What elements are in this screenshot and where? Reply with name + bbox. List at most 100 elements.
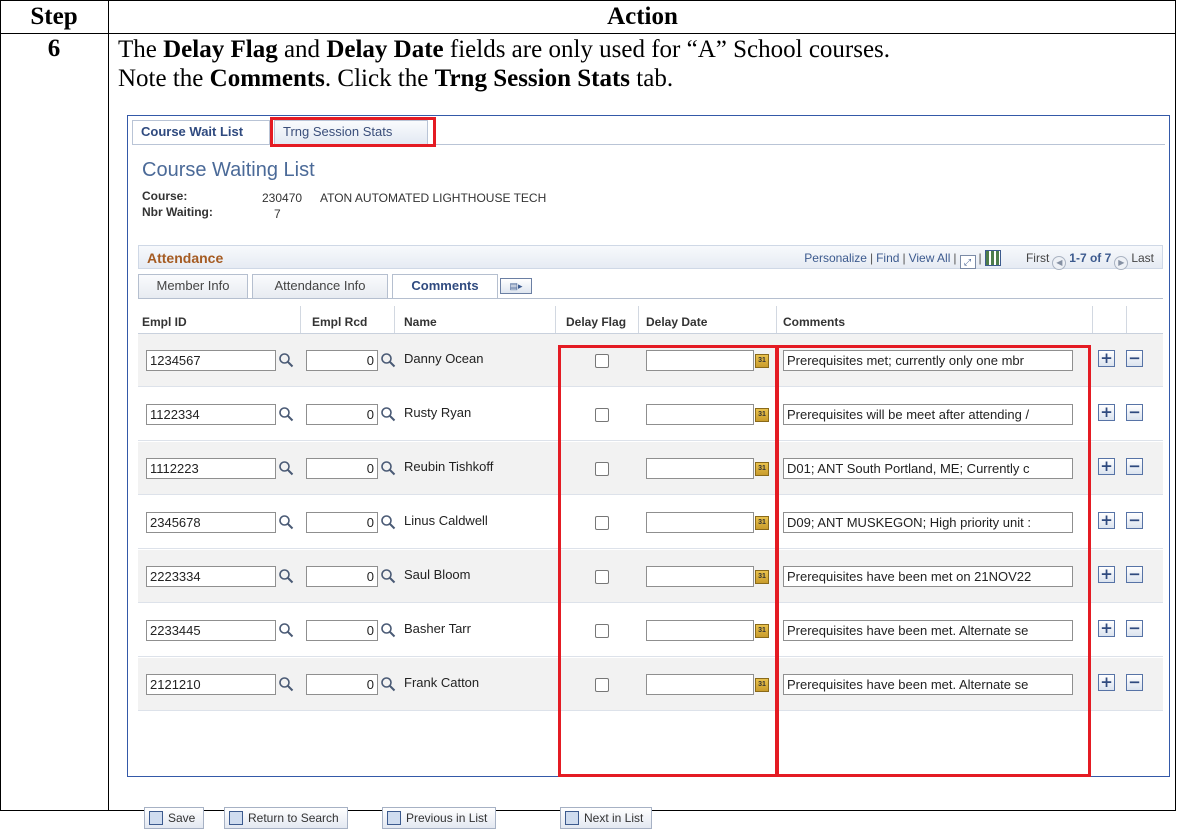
member-name: Rusty Ryan [404, 405, 472, 420]
empl-id-lookup-icon[interactable] [278, 352, 294, 368]
highlight-trng-tab [270, 117, 436, 147]
member-name: Saul Bloom [404, 567, 471, 582]
empl-id-lookup-icon[interactable] [278, 622, 294, 638]
add-row-button[interactable]: + [1098, 404, 1115, 421]
empl-rcd-input[interactable]: 0 [306, 512, 378, 533]
course-code: 230470 [262, 191, 303, 205]
empl-id-input[interactable]: 2223334 [146, 566, 276, 587]
course-label: Course: [142, 189, 188, 203]
empl-id-input[interactable]: 2233445 [146, 620, 276, 641]
header-action: Action [607, 3, 678, 30]
empl-rcd-input[interactable]: 0 [306, 620, 378, 641]
delete-row-button[interactable]: − [1126, 674, 1143, 691]
header-divider [0, 33, 1176, 34]
step-number: 6 [47, 35, 61, 62]
add-row-button[interactable]: + [1098, 458, 1115, 475]
save-button[interactable]: Save [144, 807, 205, 829]
subtab-underline [138, 298, 1163, 299]
course-name: ATON AUTOMATED LIGHTHOUSE TECH [320, 191, 547, 205]
empl-rcd-input[interactable]: 0 [306, 458, 378, 479]
nbr-waiting-value: 7 [274, 207, 281, 221]
empl-id-lookup-icon[interactable] [278, 676, 294, 692]
empl-rcd-lookup-icon[interactable] [380, 352, 396, 368]
subtab-comments[interactable]: Comments [392, 274, 498, 298]
empl-rcd-lookup-icon[interactable] [380, 568, 396, 584]
add-row-button[interactable]: + [1098, 620, 1115, 637]
find-link[interactable]: Find [876, 251, 899, 265]
col-comments: Comments [783, 315, 846, 329]
show-all-columns-icon[interactable]: ▤▸ [500, 278, 532, 294]
view-all-link[interactable]: View All [909, 251, 951, 265]
peoplesoft-panel: Course Wait List Trng Session Stats Cour… [127, 115, 1170, 829]
empl-id-input[interactable]: 2345678 [146, 512, 276, 533]
member-name: Frank Catton [404, 675, 480, 690]
add-row-button[interactable]: + [1098, 350, 1115, 367]
tab-course-wait-list[interactable]: Course Wait List [132, 120, 270, 144]
delete-row-button[interactable]: − [1126, 404, 1143, 421]
header-step: Step [30, 3, 78, 30]
empl-id-input[interactable]: 2121210 [146, 674, 276, 695]
page-title: Course Waiting List [142, 159, 315, 181]
grid-title: Attendance [147, 250, 224, 266]
empl-rcd-lookup-icon[interactable] [380, 460, 396, 476]
empl-id-lookup-icon[interactable] [278, 460, 294, 476]
empl-rcd-input[interactable]: 0 [306, 566, 378, 587]
add-row-button[interactable]: + [1098, 566, 1115, 583]
empl-id-input[interactable]: 1112223 [146, 458, 276, 479]
col-delay-date: Delay Date [646, 315, 708, 329]
empl-rcd-lookup-icon[interactable] [380, 406, 396, 422]
delete-row-button[interactable]: − [1126, 566, 1143, 583]
download-grid-icon[interactable] [984, 250, 1001, 266]
zoom-icon[interactable]: ⤢ [959, 255, 976, 269]
empl-id-lookup-icon[interactable] [278, 514, 294, 530]
previous-list-icon [387, 811, 401, 825]
nbr-waiting-label: Nbr Waiting: [142, 205, 213, 219]
personalize-link[interactable]: Personalize [804, 251, 867, 265]
highlight-comments-column [776, 345, 1091, 777]
return-to-search-button[interactable]: Return to Search [224, 807, 348, 829]
empl-id-input[interactable]: 1234567 [146, 350, 276, 371]
delete-row-button[interactable]: − [1126, 512, 1143, 529]
member-name: Danny Ocean [404, 351, 484, 366]
col-divider [394, 306, 395, 333]
save-icon [149, 811, 163, 825]
delete-row-button[interactable]: − [1126, 620, 1143, 637]
empl-rcd-lookup-icon[interactable] [380, 622, 396, 638]
empl-id-lookup-icon[interactable] [278, 406, 294, 422]
col-divider [555, 306, 556, 333]
grid-header: Attendance Personalize | Find | View All | ⤢ | … [138, 245, 1163, 270]
subtab-attendance-info[interactable]: Attendance Info [252, 274, 388, 298]
empl-rcd-input[interactable]: 0 [306, 674, 378, 695]
delete-row-button[interactable]: − [1126, 350, 1143, 367]
next-arrow-icon[interactable]: ▶ [1114, 256, 1129, 270]
grid-navigation: Personalize | Find | View All | ⤢ | First ◀ 1-7 o… [804, 250, 1154, 270]
member-name: Basher Tarr [404, 621, 471, 636]
add-row-button[interactable]: + [1098, 674, 1115, 691]
col-divider [776, 306, 777, 333]
col-divider [300, 306, 301, 333]
col-name: Name [404, 315, 437, 329]
col-divider [1092, 306, 1093, 333]
return-search-icon [229, 811, 243, 825]
empl-rcd-lookup-icon[interactable] [380, 514, 396, 530]
empl-id-input[interactable]: 1122334 [146, 404, 276, 425]
delete-row-button[interactable]: − [1126, 458, 1143, 475]
col-divider [1126, 306, 1127, 333]
subtab-member-info[interactable]: Member Info [138, 274, 248, 298]
empl-rcd-input[interactable]: 0 [306, 350, 378, 371]
empl-id-lookup-icon[interactable] [278, 568, 294, 584]
previous-in-list-button[interactable]: Previous in List [382, 807, 497, 829]
col-empl-id: Empl ID [142, 315, 187, 329]
empl-rcd-lookup-icon[interactable] [380, 676, 396, 692]
last-link[interactable]: Last [1131, 251, 1154, 265]
add-row-button[interactable]: + [1098, 512, 1115, 529]
next-in-list-button[interactable]: Next in List [560, 807, 653, 829]
prev-arrow-icon[interactable]: ◀ [1052, 256, 1067, 270]
member-name: Linus Caldwell [404, 513, 488, 528]
col-divider [638, 306, 639, 333]
instruction-line-1: The Delay Flag and Delay Date fields are… [118, 36, 891, 63]
empl-rcd-input[interactable]: 0 [306, 404, 378, 425]
col-delay-flag: Delay Flag [566, 315, 627, 329]
first-link[interactable]: First [1026, 251, 1049, 265]
row-range: 1-7 of 7 [1069, 251, 1112, 265]
